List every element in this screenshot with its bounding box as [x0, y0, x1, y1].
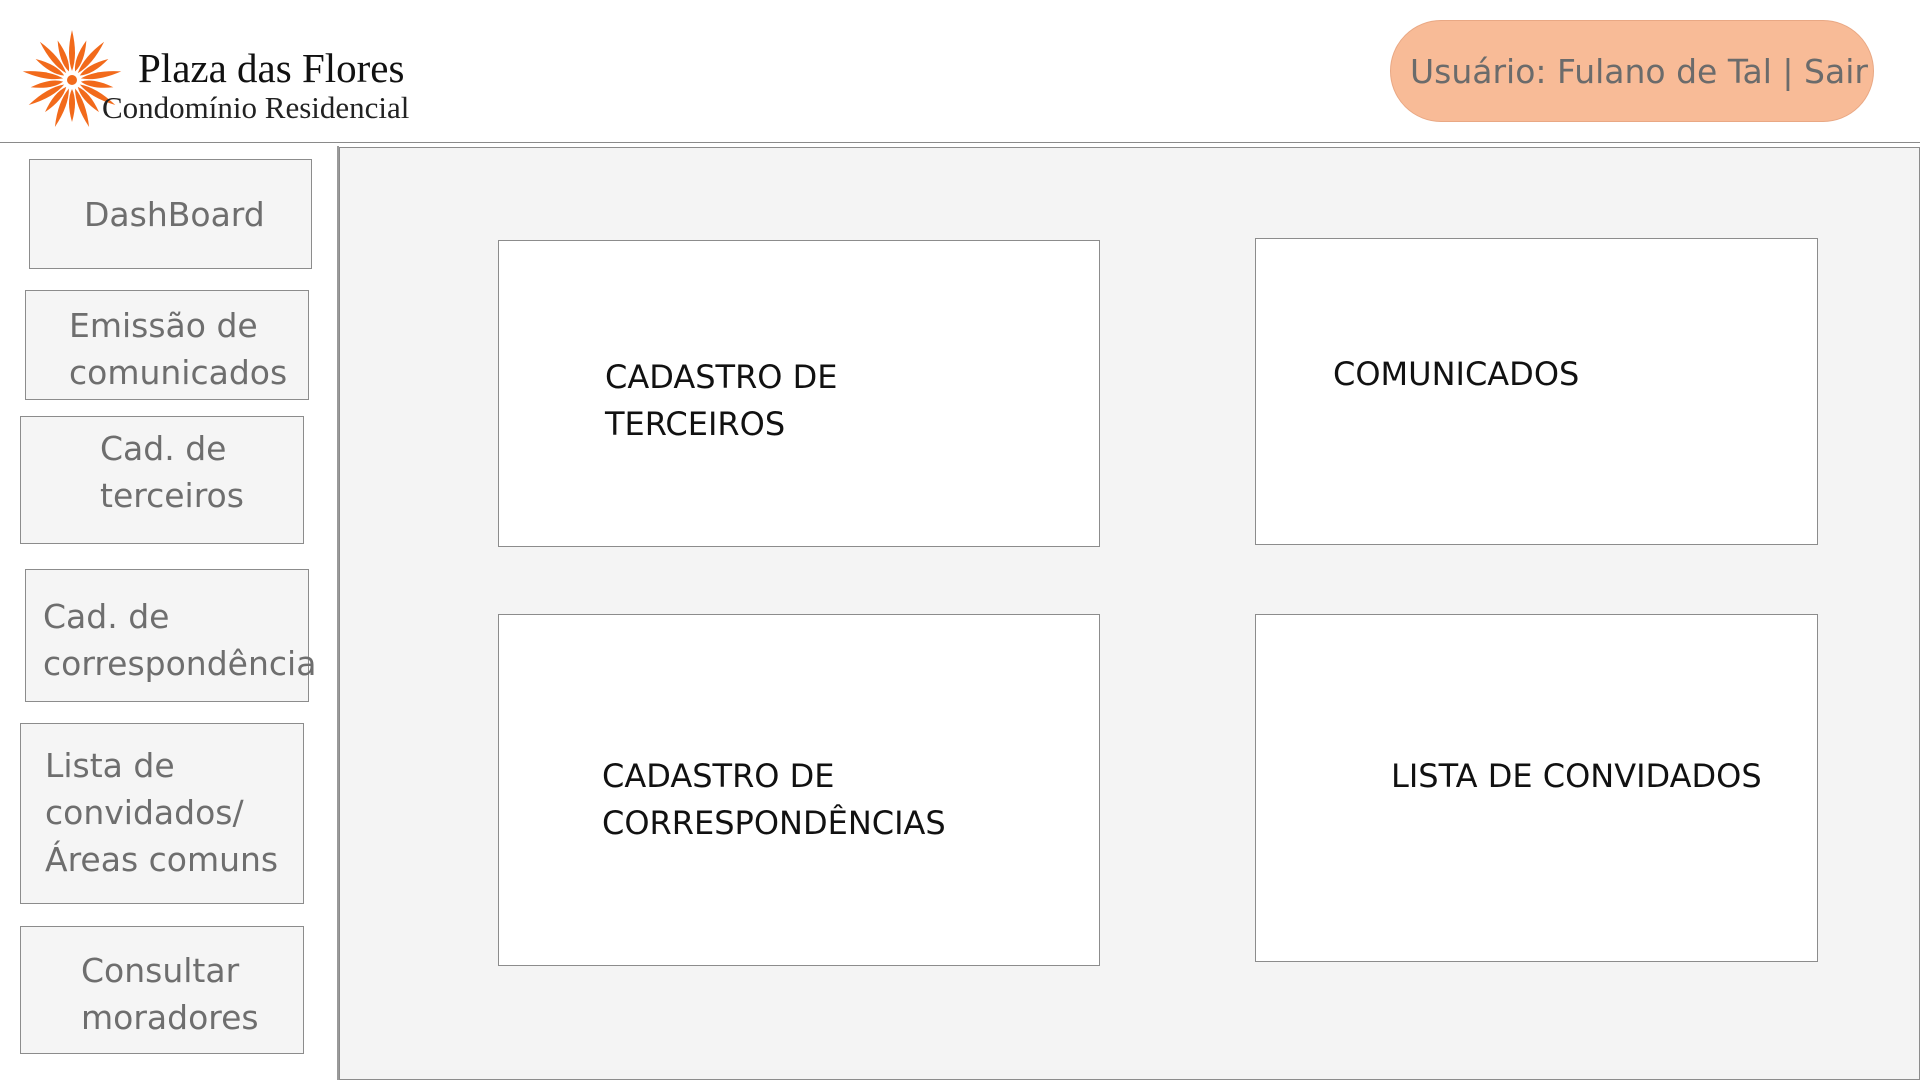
card-cadastro-terceiros[interactable]: CADASTRO DE TERCEIROS: [498, 240, 1100, 547]
card-label: COMUNICADOS: [1333, 355, 1580, 393]
user-label[interactable]: Usuário: Fulano de Tal | Sair: [1410, 52, 1868, 91]
sidebar-item-dashboard[interactable]: DashBoard: [29, 159, 312, 269]
card-cadastro-correspondencias[interactable]: CADASTRO DE CORRESPONDÊNCIAS: [498, 614, 1100, 966]
user-logout-button[interactable]: Usuário: Fulano de Tal | Sair: [1390, 20, 1874, 122]
sidebar-item-cad-terceiros[interactable]: Cad. de terceiros: [20, 416, 304, 544]
logo-subtitle: Condomínio Residencial: [102, 90, 410, 125]
sidebar-item-label: Emissão de comunicados: [69, 306, 288, 392]
flower-center: [67, 75, 77, 85]
header-divider: [0, 142, 1920, 143]
sidebar-item-consultar-moradores[interactable]: Consultar moradores: [20, 926, 304, 1054]
logo-title: Plaza das Flores: [138, 45, 405, 91]
sidebar-item-emissao-comunicados[interactable]: Emissão de comunicados: [25, 290, 309, 400]
sidebar-item-label: Cad. de terceiros: [100, 429, 244, 515]
sidebar-item-label: DashBoard: [84, 195, 265, 234]
flower-petal: [69, 30, 75, 71]
card-label: CADASTRO DE CORRESPONDÊNCIAS: [602, 757, 946, 842]
card-comunicados[interactable]: COMUNICADOS: [1255, 238, 1818, 545]
card-label: LISTA DE CONVIDADOS: [1391, 757, 1762, 795]
card-label: CADASTRO DE TERCEIROS: [605, 358, 838, 443]
sidebar-item-label: Lista de convidados/ Áreas comuns: [45, 746, 279, 879]
card-lista-convidados[interactable]: LISTA DE CONVIDADOS: [1255, 614, 1818, 962]
sidebar-item-label: Consultar moradores: [81, 951, 259, 1037]
sidebar-item-lista-convidados[interactable]: Lista de convidados/ Áreas comuns: [20, 723, 304, 904]
brand-logo: Plaza das Flores Condomínio Residencial: [20, 22, 440, 142]
sidebar-item-label: Cad. de correspondência: [43, 597, 317, 683]
sidebar-item-cad-correspondencia[interactable]: Cad. de correspondência: [25, 569, 316, 702]
flower-petal: [69, 89, 75, 122]
